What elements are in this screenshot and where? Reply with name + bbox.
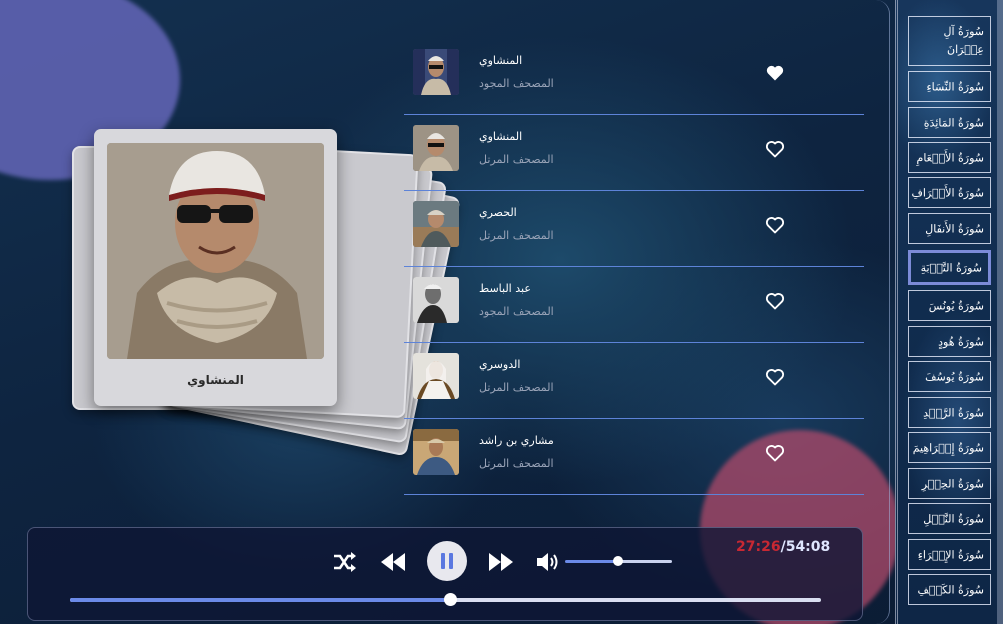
surah-item[interactable]: سُورَةُ الحِجۡرِ	[908, 468, 991, 499]
reciter-name: الحصري	[479, 206, 517, 219]
volume-icon[interactable]	[535, 550, 561, 574]
surah-item-active[interactable]: سُورَةُ التَّوۡبَةِ	[908, 250, 991, 285]
surah-label: سُورَةُ يُونُسَ	[928, 299, 984, 312]
surah-item[interactable]: سُورَةُ الإِسۡرَاءِ	[908, 539, 991, 570]
surah-label: سُورَةُ الإِسۡرَاءِ	[917, 548, 984, 561]
surah-label: سُورَةُ النَّحۡلِ	[923, 512, 984, 525]
surah-item[interactable]: سُورَةُ الأَعۡرَافِ	[908, 177, 991, 208]
favorite-heart-icon[interactable]	[765, 139, 785, 159]
reciter-card-stack[interactable]: المنشاوي	[60, 120, 461, 457]
audio-player: 27:26/54:08	[27, 527, 863, 621]
reciter-mushaf: المصحف المجود	[479, 77, 554, 90]
surah-item[interactable]: سُورَةُ النِّسَاءِ	[908, 71, 991, 102]
surah-label: سُورَةُ هُودٍ	[938, 335, 984, 348]
surah-label: سُورَةُ الأَنۡعَامِ	[916, 151, 984, 164]
reciter-mushaf: المصحف المرتل	[479, 457, 554, 470]
surah-item[interactable]: سُورَةُ يُونُسَ	[908, 290, 991, 321]
sidebar-scrollbar[interactable]	[997, 0, 1003, 624]
reciter-thumbnail	[413, 125, 459, 171]
time-current: 27:26	[736, 539, 781, 555]
reciter-name: المنشاوي	[479, 130, 523, 143]
surah-label: سُورَةُ آلِ عِمۡرَانَ	[943, 25, 984, 56]
surah-item[interactable]: سُورَةُ آلِ عِمۡرَانَ	[908, 16, 991, 66]
reciter-thumbnail	[413, 277, 459, 323]
seek-bar-handle[interactable]	[444, 593, 457, 606]
surah-item[interactable]: سُورَةُ هُودٍ	[908, 326, 991, 357]
favorite-heart-icon[interactable]	[765, 443, 785, 463]
volume-slider-handle[interactable]	[613, 556, 623, 566]
surah-item[interactable]: سُورَةُ المَائِدَةِ	[908, 107, 991, 138]
surah-label: سُورَةُ الأَعۡرَافِ	[911, 186, 984, 199]
surah-label: سُورَةُ الرَّعۡدِ	[923, 406, 984, 419]
reciter-mushaf: المصحف المجود	[479, 305, 554, 318]
reciter-mushaf: المصحف المرتل	[479, 153, 554, 166]
surah-label: سُورَةُ يُوسُفَ	[925, 370, 984, 383]
reciter-name: مشاري بن راشد	[479, 434, 554, 447]
surah-label: سُورَةُ النِّسَاءِ	[926, 80, 984, 93]
main-panel: المنشاوي المنشاوي المصحف المجود المنشاوي…	[0, 0, 890, 624]
surah-item[interactable]: سُورَةُ الرَّعۡدِ	[908, 397, 991, 428]
surah-item[interactable]: سُورَةُ الأَنۡعَامِ	[908, 142, 991, 173]
reciter-row[interactable]: مشاري بن راشد المصحف المرتل	[404, 420, 864, 495]
surah-item[interactable]: سُورَةُ النَّحۡلِ	[908, 503, 991, 534]
reciter-name: الدوسري	[479, 358, 521, 371]
previous-icon[interactable]	[379, 550, 407, 574]
surah-label: سُورَةُ الحِجۡرِ	[921, 477, 984, 490]
seek-bar-progress	[70, 598, 446, 602]
next-icon[interactable]	[487, 550, 515, 574]
now-playing-caption: المنشاوي	[187, 373, 244, 387]
reciter-thumbnail	[413, 353, 459, 399]
time-display: 27:26/54:08	[736, 539, 830, 555]
reciter-list: المنشاوي المصحف المجود المنشاوي المصحف ا…	[404, 40, 864, 495]
reciter-name: عبد الباسط	[479, 282, 531, 295]
pause-button[interactable]	[427, 541, 467, 581]
reciter-mushaf: المصحف المرتل	[479, 381, 554, 394]
surah-item[interactable]: سُورَةُ الكَهۡفِ	[908, 574, 991, 605]
surah-item[interactable]: سُورَةُ يُوسُفَ	[908, 361, 991, 392]
favorite-heart-icon[interactable]	[765, 367, 785, 387]
reciter-row[interactable]: المنشاوي المصحف المجود	[404, 40, 864, 115]
reciter-row[interactable]: المنشاوي المصحف المرتل	[404, 116, 864, 191]
now-playing-card[interactable]: المنشاوي	[94, 129, 337, 406]
surah-label: سُورَةُ الكَهۡفِ	[917, 583, 984, 596]
reciter-row[interactable]: الدوسري المصحف المرتل	[404, 344, 864, 419]
surah-label: سُورَةُ إِبۡرَاهِيمَ	[912, 441, 984, 454]
reciter-thumbnail	[413, 429, 459, 475]
surah-label: سُورَةُ الأَنفَالِ	[925, 222, 984, 235]
reciter-photo	[107, 143, 324, 359]
reciter-row[interactable]: عبد الباسط المصحف المجود	[404, 268, 864, 343]
favorite-heart-icon[interactable]	[765, 215, 785, 235]
surah-label: سُورَةُ التَّوۡبَةِ	[920, 261, 982, 274]
reciter-mushaf: المصحف المرتل	[479, 229, 554, 242]
favorite-heart-icon[interactable]	[765, 291, 785, 311]
surah-item[interactable]: سُورَةُ الأَنفَالِ	[908, 213, 991, 244]
surah-item[interactable]: سُورَةُ إِبۡرَاهِيمَ	[908, 432, 991, 463]
surah-label: سُورَةُ المَائِدَةِ	[923, 116, 984, 129]
shuffle-icon[interactable]	[332, 550, 358, 574]
reciter-name: المنشاوي	[479, 54, 523, 67]
reciter-row[interactable]: الحصري المصحف المرتل	[404, 192, 864, 267]
time-total: 54:08	[785, 539, 831, 555]
reciter-thumbnail	[413, 201, 459, 247]
favorite-heart-icon[interactable]	[765, 63, 785, 83]
surah-sidebar: سُورَةُ آلِ عِمۡرَانَ سُورَةُ النِّسَاءِ…	[895, 0, 1003, 624]
reciter-thumbnail	[413, 49, 459, 95]
